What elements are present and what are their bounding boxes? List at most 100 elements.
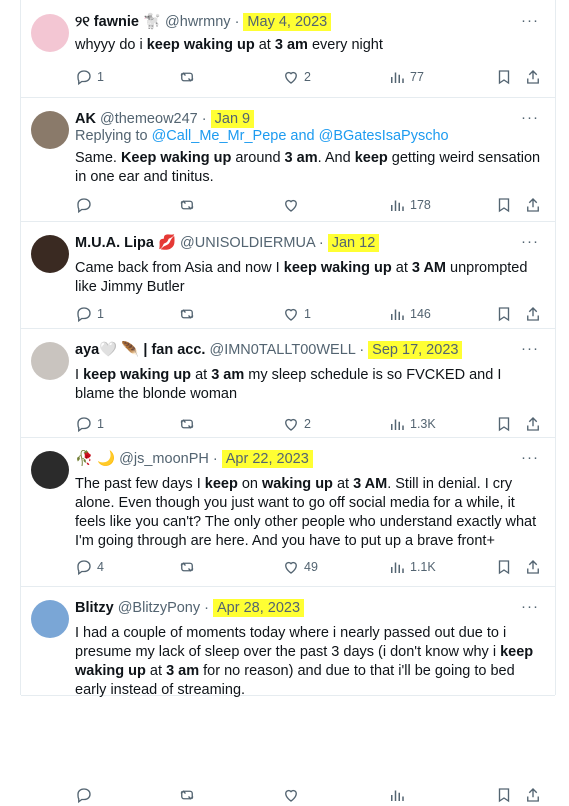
avatar[interactable] xyxy=(31,342,69,380)
more-options-icon[interactable]: ··· xyxy=(521,233,539,250)
tweet-date[interactable]: Sep 17, 2023 xyxy=(368,341,463,359)
display-name[interactable]: M.U.A. Lipa 💋 xyxy=(75,235,176,251)
tweet[interactable]: M.U.A. Lipa 💋 @UNISOLDIERMUA · Jan 12 ···… xyxy=(21,221,555,329)
avatar[interactable] xyxy=(31,14,69,52)
tweet-date[interactable]: Apr 28, 2023 xyxy=(213,599,305,617)
reply-button[interactable]: 1 xyxy=(75,68,104,86)
like-icon xyxy=(282,305,300,323)
reply-button[interactable]: 4 xyxy=(75,558,104,576)
more-options-icon[interactable]: ··· xyxy=(521,109,539,126)
avatar[interactable] xyxy=(31,600,69,638)
retweet-button[interactable] xyxy=(178,558,196,576)
like-icon xyxy=(282,415,300,433)
tweet[interactable]: ୨୧ fawnie 🐩 @hwrmny · May 4, 2023 ··· whyy… xyxy=(21,0,555,98)
tweet-date[interactable]: Apr 22, 2023 xyxy=(221,450,313,468)
bookmark-button[interactable] xyxy=(495,415,513,433)
share-button[interactable] xyxy=(524,786,542,804)
bookmark-button[interactable] xyxy=(495,68,513,86)
views-icon xyxy=(388,68,406,86)
separator: · xyxy=(318,235,328,251)
avatar[interactable] xyxy=(31,451,69,489)
share-button[interactable] xyxy=(524,305,542,323)
display-name[interactable]: AK xyxy=(75,111,96,127)
retweet-button[interactable] xyxy=(178,786,196,804)
reply-button[interactable]: 1 xyxy=(75,305,104,323)
views-count: 146 xyxy=(410,307,431,321)
views-button[interactable]: 1.1K xyxy=(388,558,436,576)
retweet-button[interactable] xyxy=(178,415,196,433)
display-name[interactable]: Blitzy xyxy=(75,600,114,616)
replying-to-link[interactable]: @Call_Me_Mr_Pepe and @BGatesIsaPyscho xyxy=(152,128,449,144)
more-options-icon[interactable]: ··· xyxy=(521,598,539,615)
display-name[interactable]: ୨୧ fawnie 🐩 xyxy=(75,14,161,30)
like-button[interactable]: 49 xyxy=(282,558,318,576)
share-button[interactable] xyxy=(524,558,542,576)
tweet-date[interactable]: May 4, 2023 xyxy=(243,13,332,31)
bookmark-button[interactable] xyxy=(495,305,513,323)
share-button[interactable] xyxy=(524,68,542,86)
reply-count: 1 xyxy=(97,307,104,321)
avatar[interactable] xyxy=(31,235,69,273)
like-button[interactable]: 1 xyxy=(282,305,311,323)
retweet-button[interactable] xyxy=(178,196,196,214)
display-name[interactable]: aya🤍 🪶 | fan acc. xyxy=(75,342,205,358)
share-icon xyxy=(524,68,542,86)
views-icon xyxy=(388,305,406,323)
tweet-actions: 178 xyxy=(75,196,541,216)
retweet-button[interactable] xyxy=(178,305,196,323)
reply-button[interactable] xyxy=(75,786,93,804)
like-icon xyxy=(282,196,300,214)
like-button[interactable]: 2 xyxy=(282,415,311,433)
bookmark-button[interactable] xyxy=(495,558,513,576)
like-button[interactable]: 2 xyxy=(282,68,311,86)
share-button[interactable] xyxy=(524,415,542,433)
share-icon xyxy=(524,558,542,576)
retweet-icon xyxy=(178,305,196,323)
tweet-actions: 1 2 77 xyxy=(75,68,541,88)
views-button[interactable]: 77 xyxy=(388,68,424,86)
views-icon xyxy=(388,415,406,433)
bookmark-icon xyxy=(495,68,513,86)
more-options-icon[interactable]: ··· xyxy=(521,12,539,29)
user-handle[interactable]: @IMN0TALLT00WELL xyxy=(205,342,359,358)
bookmark-button[interactable] xyxy=(495,786,513,804)
reply-count: 1 xyxy=(97,70,104,84)
tweet[interactable]: 🥀 🌙 @js_moonPH · Apr 22, 2023 ··· The past… xyxy=(21,437,555,587)
retweet-button[interactable] xyxy=(178,68,196,86)
tweet-text: Same. Keep waking up around 3 am. And ke… xyxy=(75,150,541,185)
user-handle[interactable]: @BlitzyPony xyxy=(114,600,204,616)
views-button[interactable]: 1.3K xyxy=(388,415,436,433)
user-handle[interactable]: @themeow247 xyxy=(96,111,202,127)
like-button[interactable] xyxy=(282,786,300,804)
share-button[interactable] xyxy=(524,196,542,214)
display-name[interactable]: 🥀 🌙 xyxy=(75,451,115,467)
tweet-date[interactable]: Jan 9 xyxy=(210,110,255,128)
views-button[interactable]: 146 xyxy=(388,305,431,323)
tweet[interactable]: Blitzy @BlitzyPony · Apr 28, 2023 ··· I ha… xyxy=(21,586,555,804)
user-handle[interactable]: @js_moonPH xyxy=(115,451,213,467)
like-count: 49 xyxy=(304,560,318,574)
views-button[interactable]: 178 xyxy=(388,196,431,214)
share-icon xyxy=(524,196,542,214)
bookmark-icon xyxy=(495,305,513,323)
avatar[interactable] xyxy=(31,111,69,149)
user-handle[interactable]: @hwrmny xyxy=(161,14,235,30)
like-count: 1 xyxy=(304,307,311,321)
tweet[interactable]: aya🤍 🪶 | fan acc. @IMN0TALLT00WELL · Sep… xyxy=(21,328,555,438)
bookmark-icon xyxy=(495,196,513,214)
tweet-text: I had a couple of moments today where i … xyxy=(75,625,534,698)
views-button[interactable] xyxy=(388,786,406,804)
more-options-icon[interactable]: ··· xyxy=(521,340,539,357)
reply-icon xyxy=(75,196,93,214)
reply-button[interactable]: 1 xyxy=(75,415,104,433)
reply-button[interactable] xyxy=(75,196,93,214)
user-handle[interactable]: @UNISOLDIERMUA xyxy=(176,235,319,251)
tweet-date[interactable]: Jan 12 xyxy=(327,234,380,252)
tweet[interactable]: AK @themeow247 · Jan 9 ··· Replying to @Ca… xyxy=(21,97,555,222)
tweet-header: Blitzy @BlitzyPony · Apr 28, 2023 xyxy=(75,598,305,618)
more-options-icon[interactable]: ··· xyxy=(521,449,539,466)
tweet-text: The past few days I keep on waking up at… xyxy=(75,476,537,549)
like-button[interactable] xyxy=(282,196,300,214)
reply-icon xyxy=(75,558,93,576)
bookmark-button[interactable] xyxy=(495,196,513,214)
